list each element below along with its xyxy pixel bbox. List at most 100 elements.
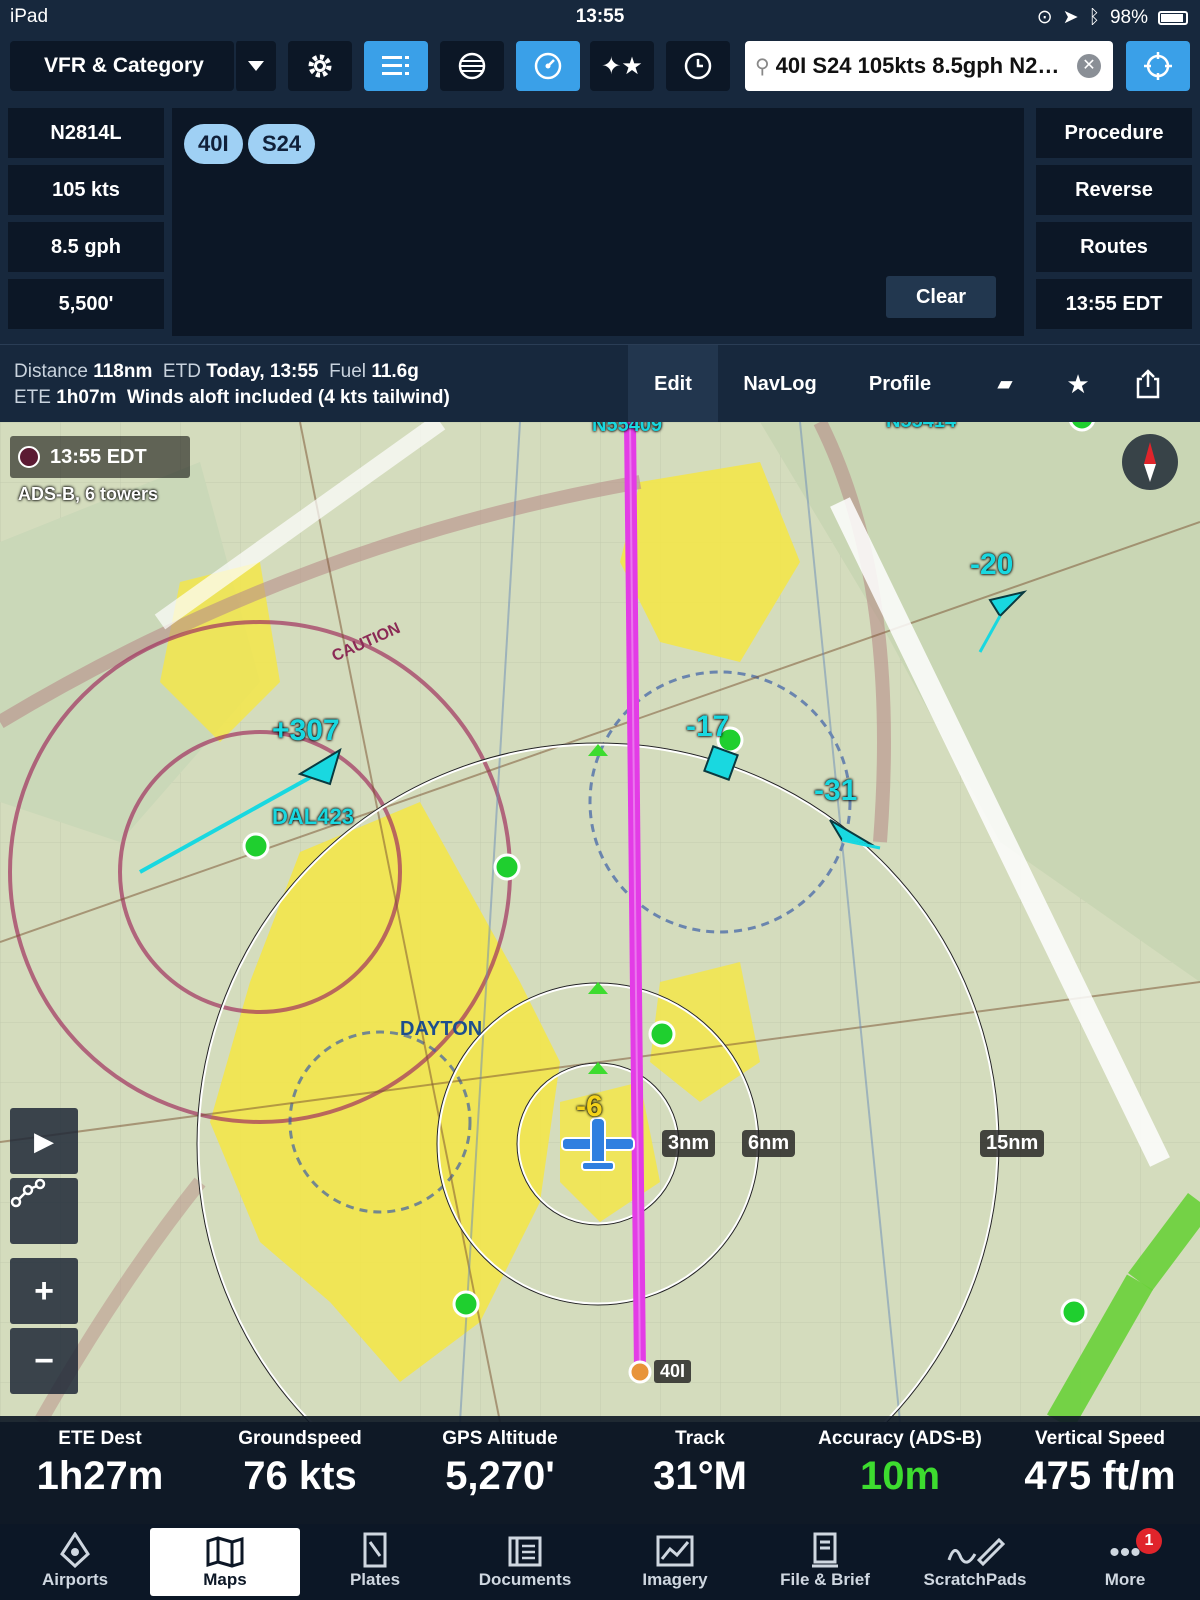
route-waypoints-area[interactable]: 40I S24 Clear	[172, 108, 1024, 336]
clear-search-icon[interactable]: ✕	[1077, 54, 1101, 78]
map-icon	[206, 1536, 244, 1568]
play-icon: ▶	[34, 1125, 54, 1156]
airports-icon	[60, 1532, 90, 1568]
instrument-vertical-speed[interactable]: Vertical Speed 475 ft/m	[1000, 1416, 1200, 1499]
flight-summary-text: Distance 118nm ETD Today, 13:55 Fuel 11.…	[14, 359, 450, 411]
search-input[interactable]: ⚲ 40I S24 105kts 8.5gph N28... ✕	[745, 41, 1113, 91]
zoom-out-button[interactable]: −	[10, 1328, 78, 1394]
tab-label: File & Brief	[780, 1570, 870, 1589]
flight-summary-bar: Distance 118nm ETD Today, 13:55 Fuel 11.…	[0, 344, 1200, 423]
route-nodes-icon	[10, 1178, 46, 1208]
stars-icon: ✦★	[601, 52, 643, 80]
reverse-button[interactable]: Reverse	[1036, 165, 1192, 215]
traffic-altitude: -20	[970, 548, 1014, 581]
altitude-field[interactable]: 5,500'	[8, 279, 164, 329]
etd-key: ETD	[162, 361, 201, 382]
tab-more[interactable]: ••• More 1	[1050, 1528, 1200, 1596]
traffic-callsign: DAL423	[272, 804, 354, 829]
clock-icon	[684, 52, 712, 80]
aircraft-field[interactable]: N2814L	[8, 108, 164, 158]
plus-icon: +	[34, 1271, 54, 1310]
tab-scratchpads[interactable]: ScratchPads	[900, 1528, 1050, 1596]
share-button[interactable]	[1115, 345, 1181, 423]
globe-icon	[458, 52, 486, 80]
instruments-button[interactable]	[516, 41, 580, 91]
winds-aloft-note: Winds aloft included (4 kts tailwind)	[127, 387, 450, 408]
gauge-icon	[534, 52, 562, 80]
layer-dropdown-button[interactable]	[234, 41, 276, 91]
bottom-tab-bar: Airports Maps Plates Documents Imagery F…	[0, 1524, 1200, 1600]
tab-profile[interactable]: Profile	[850, 345, 950, 423]
instrument-gps-altitude[interactable]: GPS Altitude 5,270'	[400, 1416, 600, 1499]
destination-airport-label[interactable]: 40I	[654, 1360, 692, 1383]
globe-button[interactable]	[440, 41, 504, 91]
instrument-panel[interactable]: ETE Dest 1h27m Groundspeed 76 kts GPS Al…	[0, 1416, 1200, 1524]
briefcase-icon: ▰	[997, 373, 1013, 395]
sectional-chart-background	[0, 422, 1200, 1422]
tab-plates[interactable]: Plates	[300, 1528, 450, 1596]
timer-button[interactable]	[666, 41, 730, 91]
center-ownship-button[interactable]	[1126, 41, 1190, 91]
distance-value: 118nm	[93, 361, 153, 382]
waypoint-bubble[interactable]: S24	[248, 124, 316, 164]
tab-label: Maps	[203, 1570, 247, 1589]
tab-maps[interactable]: Maps	[150, 1528, 300, 1596]
traffic-altitude: -17	[686, 710, 730, 743]
layer-selector[interactable]: VFR & Category	[10, 41, 234, 91]
instrument-label: Track	[675, 1428, 725, 1449]
status-bar: iPad 13:55 ⊙ ➤ ᛒ 98%	[0, 0, 1200, 34]
favorite-route-button[interactable]: ★	[1045, 345, 1111, 423]
compass-button[interactable]	[1122, 434, 1178, 490]
zoom-in-button[interactable]: +	[10, 1258, 78, 1324]
route-fix-label[interactable]: N55414	[886, 422, 956, 433]
speed-field[interactable]: 105 kts	[8, 165, 164, 215]
route-draw-button[interactable]	[10, 1178, 78, 1244]
notification-badge: 1	[1136, 1528, 1162, 1554]
play-button[interactable]: ▶	[10, 1108, 78, 1174]
search-icon: ⚲	[755, 55, 770, 78]
share-icon	[1136, 369, 1160, 399]
favorites-button[interactable]: ✦★	[590, 41, 654, 91]
tab-edit[interactable]: Edit	[628, 345, 718, 423]
departure-time-button[interactable]: 13:55 EDT	[1036, 279, 1192, 329]
range-ring-label: 3nm	[662, 1130, 716, 1157]
instrument-label: GPS Altitude	[442, 1428, 558, 1449]
file-brief-icon	[812, 1532, 838, 1568]
waypoint-bubble[interactable]: 40I	[184, 124, 243, 164]
route-fix-label[interactable]: N55409	[592, 422, 662, 437]
search-input-value: 40I S24 105kts 8.5gph N28...	[775, 53, 1066, 78]
instrument-groundspeed[interactable]: Groundspeed 76 kts	[200, 1416, 400, 1499]
sectional-map[interactable]: 13:55 EDT ADS-B, 6 towers N55409 N55414 …	[0, 422, 1200, 1422]
briefcase-button[interactable]: ▰	[970, 345, 1040, 423]
crosshair-icon	[1144, 52, 1172, 80]
tab-file-brief[interactable]: File & Brief	[750, 1528, 900, 1596]
chevron-down-icon	[248, 61, 264, 71]
instrument-label: Vertical Speed	[1035, 1428, 1165, 1449]
tab-imagery[interactable]: Imagery	[600, 1528, 750, 1596]
routes-button[interactable]: Routes	[1036, 222, 1192, 272]
instrument-value: 475 ft/m	[1024, 1454, 1176, 1498]
range-ring-label: 15nm	[980, 1130, 1045, 1157]
instrument-value: 31°M	[653, 1454, 747, 1498]
bluetooth-icon: ᛒ	[1088, 6, 1100, 28]
map-toolbar: VFR & Category ✦★ ⚲ 40I S24 105kts 8.5gp…	[0, 34, 1200, 100]
city-label: DAYTON	[400, 1018, 483, 1040]
tab-airports[interactable]: Airports	[0, 1528, 150, 1596]
tab-label: Plates	[349, 1570, 401, 1589]
plates-icon	[363, 1532, 387, 1568]
fuel-value: 11.6g	[371, 361, 419, 382]
layer-selector-label: VFR & Category	[44, 54, 204, 77]
instrument-label: Accuracy (ADS-B)	[818, 1428, 982, 1449]
procedure-button[interactable]: Procedure	[1036, 108, 1192, 158]
range-ring-label: 6nm	[742, 1130, 796, 1157]
instrument-ete-dest[interactable]: ETE Dest 1h27m	[0, 1416, 200, 1499]
fuel-burn-field[interactable]: 8.5 gph	[8, 222, 164, 272]
instrument-accuracy[interactable]: Accuracy (ADS-B) 10m	[800, 1416, 1000, 1499]
scratchpads-icon	[947, 1537, 1005, 1567]
route-editor-button[interactable]	[364, 41, 428, 91]
instrument-track[interactable]: Track 31°M	[600, 1416, 800, 1499]
clear-route-button[interactable]: Clear	[886, 276, 996, 318]
tab-navlog[interactable]: NavLog	[730, 345, 830, 423]
settings-button[interactable]	[288, 41, 352, 91]
tab-documents[interactable]: Documents	[450, 1528, 600, 1596]
